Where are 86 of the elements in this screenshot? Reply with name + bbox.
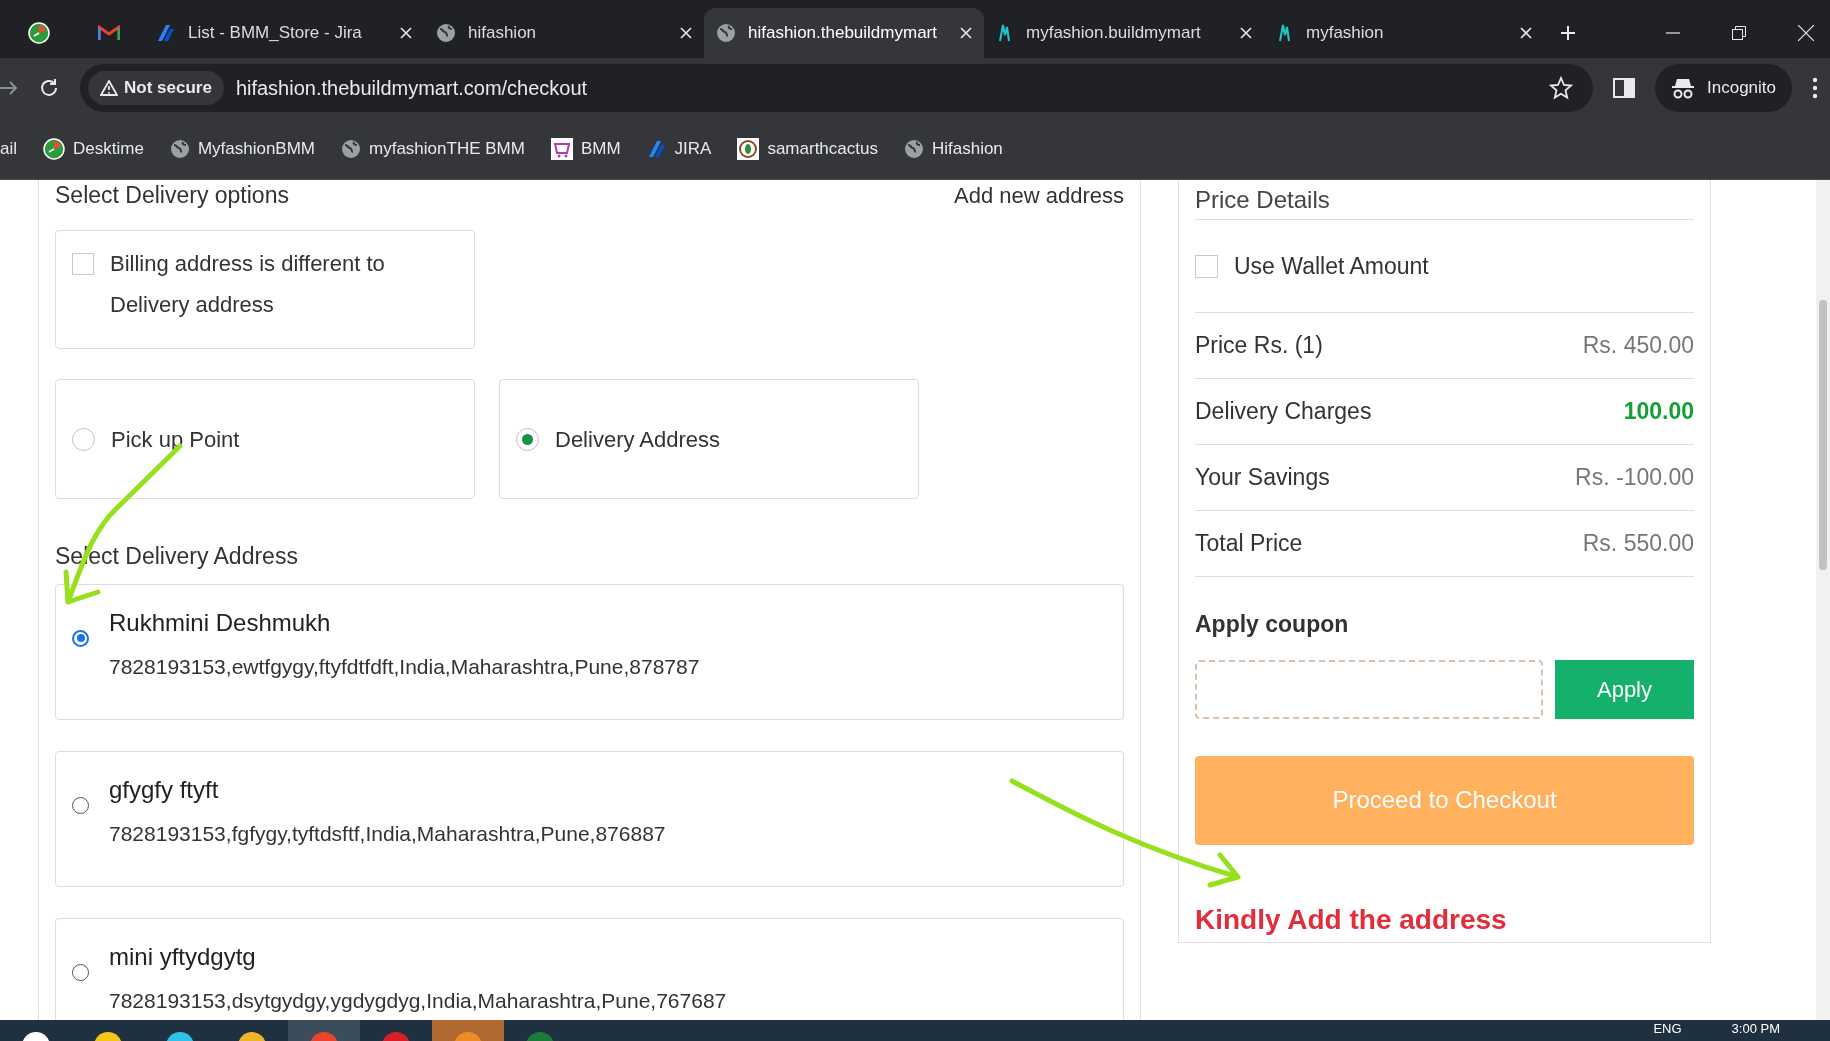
url-text: hifashion.thebuildmymart.com/checkout: [235, 76, 589, 101]
tab-title: hifashion: [468, 22, 538, 45]
tab-title: myfashion.buildmymart: [1026, 22, 1202, 45]
close-icon[interactable]: [960, 27, 972, 39]
plus-icon[interactable]: [1560, 25, 1576, 41]
app-icon[interactable]: [237, 1031, 267, 1041]
globe-icon: [716, 23, 736, 43]
security-chip[interactable]: Not secure: [88, 71, 224, 105]
checkbox[interactable]: [72, 253, 94, 275]
wallet-option[interactable]: Use Wallet Amount: [1195, 220, 1694, 313]
bookmark[interactable]: samarthcactus: [737, 135, 878, 162]
side-panel-icon[interactable]: [1613, 78, 1635, 98]
option-label: Billing address is different to Delivery address: [110, 250, 385, 319]
warning-icon: [100, 80, 118, 96]
price-value: Rs. -100.00: [1575, 463, 1694, 493]
address-details: 7828193153,ewtfgygy,ftyfdtfdft,India,Maharashtra,Pune,878787: [109, 653, 700, 680]
price-value: Rs. 550.00: [1582, 529, 1694, 559]
reload-icon[interactable]: [38, 77, 60, 99]
close-icon[interactable]: [680, 27, 692, 39]
close-icon[interactable]: [1520, 27, 1532, 39]
clock-text[interactable]: 3:00 PM: [1731, 1020, 1780, 1039]
address-card[interactable]: Rukhmini Deshmukh 7828193153,ewtfgygy,ftyfdtfdft,India,Maharashtra,Pune,878787: [55, 583, 1124, 720]
globe-icon: [436, 23, 456, 43]
radio[interactable]: [72, 629, 89, 647]
price-value: Rs. 450.00: [1582, 331, 1694, 361]
incognito-chip[interactable]: Incognito: [1655, 64, 1792, 112]
app-icon[interactable]: [93, 1031, 123, 1041]
close-icon[interactable]: [1240, 27, 1252, 39]
clock-icon: [28, 22, 50, 44]
price-label: Price Rs. (1): [1195, 331, 1323, 361]
bookmark[interactable]: Hifashion: [903, 135, 1003, 162]
tab-title: List - BMM_Store - Jira: [188, 22, 363, 45]
bookmark[interactable]: ail: [0, 135, 17, 162]
bookmark[interactable]: BMM: [550, 135, 621, 162]
bookmark[interactable]: myfashionTHE BMM: [341, 135, 525, 162]
address-card[interactable]: gfygfy ftyft 7828193153,fgfygy,tyftdsftf,India,Maharashtra,Pune,876887: [55, 750, 1124, 887]
envelope-icon: [98, 25, 120, 41]
bookmark[interactable]: Desktime: [43, 135, 144, 162]
bookmark[interactable]: JIRA: [646, 135, 712, 162]
browser-tab[interactable]: hifashion: [424, 8, 704, 58]
tab-title: hifashion.thebuildmymart: [748, 22, 938, 45]
clock-icon: [43, 137, 65, 160]
address-bar[interactable]: Not secure hifashion.thebuildmymart.com/checkout: [80, 64, 1593, 112]
price-label: Total Price: [1195, 529, 1303, 559]
price-label: Delivery Charges: [1195, 397, 1372, 427]
incognito-icon: [1671, 77, 1695, 99]
address-details: 7828193153,dsytgydgy,ygdygdyg,India,Maharashtra,Pune,767687: [109, 987, 727, 1014]
globe-icon: [169, 138, 190, 159]
browser-tab[interactable]: hifashion.thebuildmymart: [704, 8, 984, 58]
price-value: 100.00: [1623, 397, 1694, 427]
language-indicator[interactable]: ENG: [1653, 1020, 1682, 1039]
browser-tab[interactable]: myfashion.buildmymart: [984, 8, 1264, 58]
browser-tab[interactable]: myfashion: [1264, 8, 1544, 58]
jira-icon: [646, 138, 667, 159]
star-icon[interactable]: [1549, 76, 1573, 100]
cart-icon: [550, 137, 573, 160]
option-label: Delivery Address: [555, 425, 721, 454]
coupon-field[interactable]: [1195, 659, 1543, 719]
close-icon[interactable]: [1798, 25, 1814, 41]
section-title: Select Delivery options: [55, 180, 289, 210]
scrollbar[interactable]: [1816, 180, 1830, 1020]
billing-option[interactable]: Billing address is different to Delivery address: [55, 230, 475, 349]
bookmark[interactable]: MyfashionBMM: [169, 135, 315, 162]
error-message: Kindly Add the address: [1195, 902, 1508, 937]
app-icon[interactable]: [165, 1031, 195, 1041]
app-icon[interactable]: [21, 1031, 51, 1041]
tab-title: myfashion: [1306, 22, 1385, 45]
forward-icon[interactable]: [0, 80, 18, 96]
restore-icon[interactable]: [1732, 26, 1746, 40]
jira-icon: [156, 23, 176, 43]
coupon-title: Apply coupon: [1195, 610, 1350, 639]
browser-tab[interactable]: List - BMM_Store - Jira: [144, 8, 424, 58]
delivery-option[interactable]: Delivery Address: [499, 379, 919, 499]
close-icon[interactable]: [400, 27, 412, 39]
menu-icon[interactable]: [1812, 77, 1818, 99]
address-name: mini yftydgytg: [109, 941, 257, 972]
address-name: Rukhmini Deshmukh: [109, 607, 332, 638]
price-label: Your Savings: [1195, 463, 1330, 493]
globe-icon: [903, 138, 924, 159]
address-name: gfygfy ftyft: [109, 774, 220, 805]
checkbox[interactable]: [1195, 254, 1218, 278]
globe-icon: [341, 138, 361, 159]
section-title: Price Details: [1195, 180, 1694, 220]
address-details: 7828193153,fgfygy,tyftdsftf,India,Maharashtra,Pune,876887: [109, 820, 666, 847]
add-address-link[interactable]: Add new address: [954, 180, 1124, 212]
cactus-icon: [737, 137, 760, 160]
